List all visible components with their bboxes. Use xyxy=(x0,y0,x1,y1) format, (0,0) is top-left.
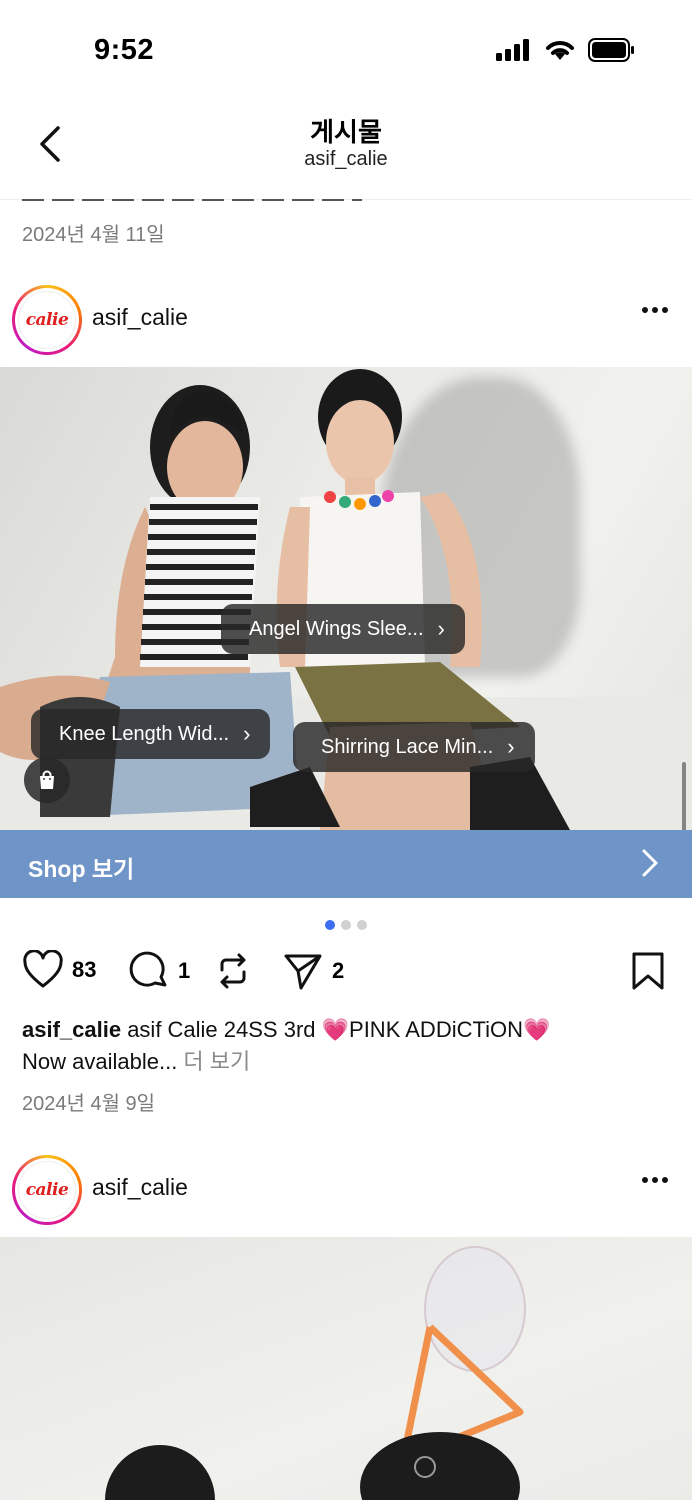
wifi-icon xyxy=(546,41,574,60)
product-tag[interactable]: Shirring Lace Min... › xyxy=(293,722,535,772)
post-header: calie asif_calie xyxy=(0,285,692,365)
post-caption: asif_calie asif Calie 24SS 3rd 💗PINK ADD… xyxy=(22,1014,662,1078)
status-time: 9:52 xyxy=(94,34,155,66)
scrollbar[interactable] xyxy=(682,762,686,830)
repost-action[interactable] xyxy=(212,950,254,992)
chevron-right-icon: › xyxy=(437,616,445,641)
shopping-bag-icon[interactable] xyxy=(24,757,70,803)
page-subtitle: asif_calie xyxy=(304,148,388,170)
product-tag-label: Shirring Lace Min... xyxy=(321,735,494,758)
shop-label: Shop 보기 xyxy=(28,856,135,882)
product-tag[interactable]: Knee Length Wid... › xyxy=(31,709,271,759)
product-tag-label: Knee Length Wid... xyxy=(59,722,230,745)
carousel-dot xyxy=(341,920,351,930)
comment-action[interactable]: 1 xyxy=(128,950,190,992)
shop-button[interactable]: Shop 보기 xyxy=(0,830,692,898)
repost-icon[interactable] xyxy=(212,950,254,992)
avatar-logo: calie xyxy=(18,291,76,349)
caption-line2: Now available... xyxy=(22,1049,178,1074)
caption-username[interactable]: asif_calie xyxy=(22,1017,121,1042)
share-count: 2 xyxy=(332,958,345,983)
post-header: calie asif_calie xyxy=(0,1155,692,1235)
photo2-illustration xyxy=(105,1246,526,1500)
product-tag[interactable]: Angel Wings Slee... › xyxy=(221,604,465,654)
more-icon[interactable] xyxy=(642,307,668,313)
chevron-right-icon: › xyxy=(507,734,515,759)
send-icon[interactable] xyxy=(282,950,324,992)
avatar-logo: calie xyxy=(18,1161,76,1219)
status-icons xyxy=(496,38,636,62)
bookmark-action[interactable] xyxy=(630,950,666,992)
like-action[interactable]: 83 xyxy=(22,950,96,990)
more-link[interactable]: 더 보기 xyxy=(177,1049,250,1074)
post-username[interactable]: asif_calie xyxy=(92,1174,188,1201)
comment-count: 1 xyxy=(178,958,191,983)
comment-icon[interactable] xyxy=(128,950,170,992)
action-bar: 83 1 2 xyxy=(0,950,692,996)
post-image[interactable]: Angel Wings Slee... › Knee Length Wid...… xyxy=(0,367,692,830)
caption-text: asif Calie 24SS 3rd 💗PINK ADDiCTiON💗 xyxy=(121,1017,551,1042)
signal-icon xyxy=(496,39,529,61)
post-username[interactable]: asif_calie xyxy=(92,304,188,331)
carousel-indicator xyxy=(0,920,692,930)
heart-icon[interactable] xyxy=(22,950,64,990)
nav-header: 게시물 asif_calie xyxy=(0,100,692,200)
previous-caption-cutoff xyxy=(22,198,402,202)
page-title: 게시물 xyxy=(310,117,382,147)
product-tag-label: Angel Wings Slee... xyxy=(249,617,424,640)
more-icon[interactable] xyxy=(642,1177,668,1183)
post-image[interactable] xyxy=(0,1237,692,1500)
carousel-dot-active xyxy=(325,920,335,930)
status-bar: 9:52 xyxy=(0,0,692,100)
carousel-dot xyxy=(357,920,367,930)
avatar[interactable]: calie xyxy=(12,285,82,355)
post-date: 2024년 4월 9일 xyxy=(22,1093,156,1115)
previous-post-date: 2024년 4월 11일 xyxy=(22,224,165,246)
chevron-right-icon xyxy=(642,849,658,877)
share-action[interactable]: 2 xyxy=(282,950,344,992)
bookmark-icon[interactable] xyxy=(630,950,666,992)
like-count: 83 xyxy=(72,957,97,982)
avatar[interactable]: calie xyxy=(12,1155,82,1225)
battery-icon xyxy=(588,38,634,62)
chevron-right-icon: › xyxy=(243,721,251,746)
